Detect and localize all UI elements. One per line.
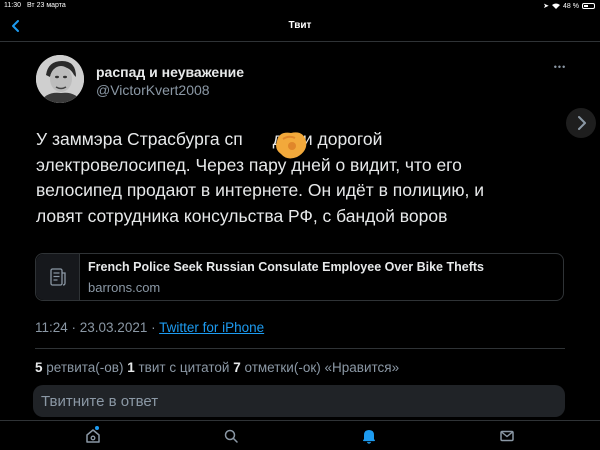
status-date: Вт 23 марта bbox=[27, 2, 66, 9]
retweets-stat[interactable]: 5 ретвита(-ов) bbox=[35, 360, 123, 375]
likes-count: 7 bbox=[233, 360, 241, 375]
more-dots-icon: ••• bbox=[553, 62, 567, 72]
status-time: 11:30 bbox=[4, 2, 21, 9]
tweet-screen: 11:30 Вт 23 марта ➤ 48 % Твит распад и н… bbox=[0, 0, 600, 450]
status-bar: 11:30 Вт 23 марта ➤ 48 % bbox=[0, 0, 600, 12]
tab-notifications[interactable] bbox=[360, 427, 378, 445]
tweet-text-line-3: велосипед продают в интернете. Он идёт в… bbox=[36, 180, 485, 200]
home-badge-dot bbox=[95, 426, 99, 430]
article-icon bbox=[50, 268, 66, 286]
likes-label: отметки(-ок) «Нравится» bbox=[244, 360, 400, 375]
quotes-count: 1 bbox=[127, 360, 135, 375]
wifi-icon bbox=[552, 3, 561, 9]
tweet-text-line-4: ловят сотрудника консульства РФ, с бандо… bbox=[36, 205, 448, 226]
link-card-domain: barrons.com bbox=[88, 280, 161, 295]
retweets-label: ретвита(-ов) bbox=[46, 360, 124, 375]
tweet-timestamp: 11:24 · 23.03.2021 · bbox=[35, 320, 156, 335]
location-icon: ➤ bbox=[543, 3, 550, 10]
link-card[interactable]: French Police Seek Russian Consulate Emp… bbox=[35, 253, 564, 301]
retweets-count: 5 bbox=[35, 360, 43, 375]
battery-percent: 48 % bbox=[563, 2, 579, 10]
chevron-right-icon bbox=[578, 116, 586, 130]
quotes-label: твит с цитатой bbox=[138, 360, 230, 375]
avatar-photo bbox=[36, 55, 84, 103]
tab-bar bbox=[0, 420, 600, 450]
quotes-stat[interactable]: 1 твит с цитатой bbox=[127, 360, 229, 375]
emoji-sticker-icon bbox=[276, 132, 307, 159]
tab-messages[interactable] bbox=[498, 427, 516, 445]
tab-home[interactable] bbox=[84, 426, 102, 445]
tweet-source-link[interactable]: Twitter for iPhone bbox=[159, 320, 264, 335]
tweet-stats: 5 ретвита(-ов) 1 твит с цитатой 7 отметк… bbox=[35, 360, 399, 375]
tweet-timestamp-line: 11:24 · 23.03.2021 · Twitter for iPhone bbox=[35, 320, 264, 335]
nav-bar: Твит bbox=[0, 12, 600, 42]
reply-input[interactable] bbox=[33, 385, 565, 417]
more-options-button[interactable]: ••• bbox=[553, 60, 567, 74]
battery-fill bbox=[584, 5, 588, 7]
page-title: Твит bbox=[288, 20, 312, 31]
notifications-icon bbox=[363, 430, 375, 444]
battery-icon bbox=[582, 3, 595, 9]
tweet-text-part: У заммэра Страсбурга сп bbox=[36, 129, 243, 149]
search-icon bbox=[224, 429, 238, 443]
divider bbox=[35, 348, 565, 349]
author-handle[interactable]: @VictorKvert2008 bbox=[96, 82, 210, 98]
tab-search[interactable] bbox=[222, 427, 240, 445]
link-card-thumbnail bbox=[36, 254, 80, 300]
home-icon bbox=[86, 429, 100, 443]
likes-stat[interactable]: 7 отметки(-ок) «Нравится» bbox=[233, 360, 399, 375]
avatar[interactable] bbox=[36, 55, 84, 103]
next-tweet-button[interactable] bbox=[566, 108, 596, 138]
messages-icon bbox=[500, 430, 514, 442]
author-name[interactable]: распад и неуважение bbox=[96, 64, 244, 80]
link-card-title: French Police Seek Russian Consulate Emp… bbox=[88, 260, 484, 274]
